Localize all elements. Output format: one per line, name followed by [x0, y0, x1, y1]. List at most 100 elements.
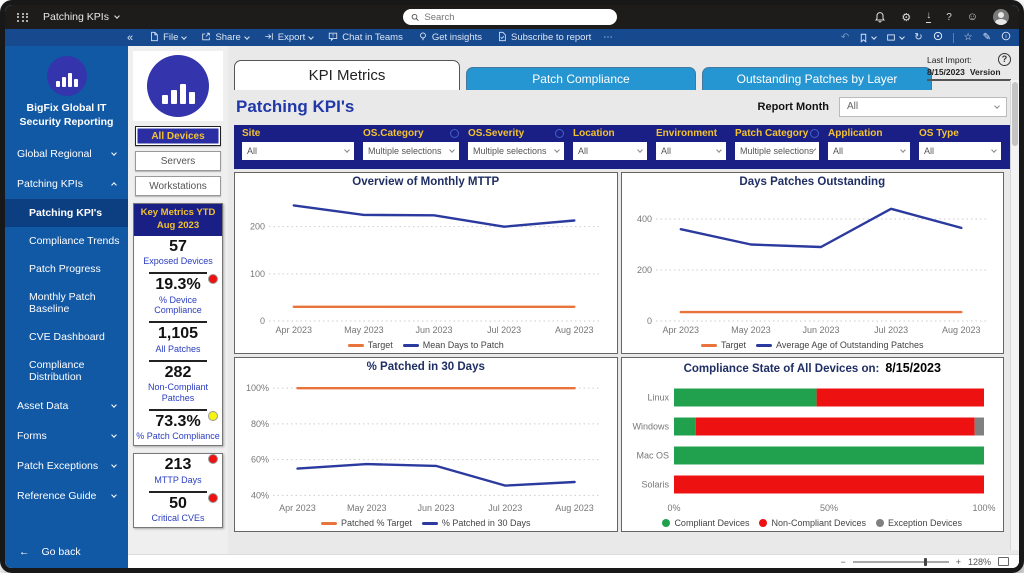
- sidebar-item-compliance-distribution[interactable]: Compliance Distribution: [5, 351, 128, 391]
- clear-selections-icon[interactable]: [810, 129, 819, 138]
- scrollbar-thumb[interactable]: [1012, 82, 1018, 146]
- chart-plot-area: 40%60%80%100%Apr 2023May 2023Jun 2023Jul…: [239, 373, 613, 516]
- favorite-star-icon[interactable]: ☆: [964, 32, 973, 43]
- version-label: Version: [970, 67, 1001, 77]
- fit-to-page-icon[interactable]: [998, 557, 1009, 566]
- report-month-dropdown[interactable]: All: [839, 97, 1007, 117]
- sidebar-group-patch-exceptions[interactable]: Patch Exceptions: [5, 451, 128, 481]
- slicer-dropdown[interactable]: All: [656, 142, 726, 160]
- vertical-scrollbar[interactable]: [1010, 80, 1019, 550]
- legend-item[interactable]: Compliant Devices: [662, 518, 749, 528]
- kpi-label: Critical CVEs: [136, 513, 220, 524]
- notifications-bell-icon[interactable]: [874, 11, 886, 23]
- legend-item[interactable]: Exception Devices: [876, 518, 962, 528]
- chart-card-2[interactable]: Days Patches Outstanding0200400Apr 2023M…: [621, 172, 1005, 354]
- chart-card-4[interactable]: Compliance State of All Devices on:8/15/…: [621, 357, 1005, 532]
- sidebar-group-asset-data[interactable]: Asset Data: [5, 391, 128, 421]
- legend-label: Average Age of Outstanding Patches: [776, 340, 923, 350]
- collapse-pane-icon[interactable]: «: [127, 32, 133, 44]
- reset-icon[interactable]: ↶: [841, 32, 849, 43]
- focus-mode-icon[interactable]: [933, 31, 943, 44]
- menu-item-get-insights[interactable]: Get insights: [418, 31, 482, 45]
- legend-item[interactable]: Target: [701, 340, 746, 350]
- search-input[interactable]: [424, 12, 609, 23]
- chart-plot-area: 0100200Apr 2023May 2023Jun 2023Jul 2023A…: [239, 188, 613, 338]
- clear-selections-icon[interactable]: [450, 129, 459, 138]
- sidebar-group-reference-guide[interactable]: Reference Guide: [5, 481, 128, 511]
- svg-text:400: 400: [636, 214, 651, 224]
- workspace-switcher[interactable]: Patching KPIs: [43, 11, 119, 23]
- info-icon[interactable]: i: [1001, 31, 1011, 44]
- report-canvas: KPI Metrics Patch Compliance Outstanding P…: [228, 46, 1019, 554]
- edit-pencil-icon[interactable]: ✎: [983, 32, 991, 43]
- slicer-label: OS.Severity: [468, 128, 524, 139]
- svg-text:0%: 0%: [667, 503, 680, 513]
- view-icon[interactable]: [886, 33, 904, 42]
- legend-item[interactable]: Non-Compliant Devices: [759, 518, 866, 528]
- slicer-dropdown[interactable]: Multiple selections: [468, 142, 564, 160]
- legend-item[interactable]: % Patched in 30 Days: [422, 518, 531, 528]
- kpi-card-2: 213MTTP Days50Critical CVEs: [133, 453, 223, 528]
- legend-swatch: [422, 522, 438, 525]
- download-icon[interactable]: ↓: [926, 11, 931, 23]
- slicer-environment: EnvironmentAll: [656, 128, 726, 163]
- tab-outstanding-patches-by-layer[interactable]: Outstanding Patches by Layer: [702, 67, 932, 90]
- refresh-icon[interactable]: ↻: [914, 32, 922, 43]
- slicer-dropdown[interactable]: All: [573, 142, 647, 160]
- menu-item-chat-in-teams[interactable]: TChat in Teams: [328, 31, 403, 45]
- go-back-button[interactable]: ← Go back: [19, 546, 81, 558]
- last-import-info: Last Import: ? 8/15/2023 Version: [927, 53, 1011, 81]
- account-avatar[interactable]: [993, 9, 1009, 25]
- sidebar-item-cve-dashboard[interactable]: CVE Dashboard: [5, 323, 128, 351]
- chevron-down-icon: [344, 147, 350, 153]
- help-icon[interactable]: ?: [946, 12, 952, 23]
- chevron-down-icon: [244, 34, 250, 40]
- device-filter-button-workstations[interactable]: Workstations: [135, 176, 221, 196]
- chart-legend: Target Mean Days to Patch: [239, 338, 613, 352]
- slicer-dropdown[interactable]: Multiple selections: [735, 142, 819, 160]
- chart-title: Overview of Monthly MTTP: [239, 176, 613, 188]
- zoom-in-button[interactable]: +: [956, 557, 961, 567]
- slicer-dropdown[interactable]: All: [828, 142, 910, 160]
- settings-gear-icon[interactable]: ⚙: [901, 11, 911, 24]
- chart-card-3[interactable]: % Patched in 30 Days 40%60%80%100%Apr 202…: [234, 357, 618, 532]
- zoom-slider-thumb[interactable]: [924, 558, 927, 566]
- sidebar-item-compliance-trends[interactable]: Compliance Trends: [5, 227, 128, 255]
- help-question-icon[interactable]: ?: [998, 53, 1011, 66]
- global-search-box[interactable]: [403, 9, 617, 25]
- zoom-slider[interactable]: [853, 561, 949, 563]
- slicer-dropdown[interactable]: Multiple selections: [363, 142, 459, 160]
- slicer-dropdown[interactable]: All: [242, 142, 354, 160]
- menu-item-export[interactable]: Export: [264, 31, 313, 45]
- device-filter-button-servers[interactable]: Servers: [135, 151, 221, 171]
- sidebar-group-forms[interactable]: Forms: [5, 421, 128, 451]
- sidebar-group-patching-kpis[interactable]: Patching KPIs: [5, 169, 128, 199]
- zoom-out-button[interactable]: −: [840, 557, 845, 567]
- insights-icon: [418, 31, 428, 45]
- feedback-smiley-icon[interactable]: ☺: [967, 11, 978, 23]
- tab-patch-compliance[interactable]: Patch Compliance: [466, 67, 696, 90]
- sidebar-item-monthly-patch-baseline[interactable]: Monthly Patch Baseline: [5, 283, 128, 323]
- legend-item[interactable]: Average Age of Outstanding Patches: [756, 340, 923, 350]
- app-launcher-waffle-icon[interactable]: [17, 13, 29, 22]
- svg-text:Jul 2023: Jul 2023: [488, 503, 522, 513]
- tab-kpi-metrics[interactable]: KPI Metrics: [234, 60, 460, 90]
- device-filter-button-all-devices[interactable]: All Devices: [135, 126, 221, 146]
- chart-card-1[interactable]: Overview of Monthly MTTP0100200Apr 2023M…: [234, 172, 618, 354]
- slicer-label: OS.Category: [363, 128, 424, 139]
- more-options-icon[interactable]: ⋯: [603, 32, 613, 43]
- sidebar-item-patch-progress[interactable]: Patch Progress: [5, 255, 128, 283]
- bookmarks-icon[interactable]: [859, 33, 876, 43]
- menu-item-share[interactable]: Share: [201, 31, 248, 45]
- slicer-dropdown[interactable]: All: [919, 142, 1001, 160]
- sidebar-item-patching-kpi-s[interactable]: Patching KPI's: [5, 199, 128, 227]
- report-logo-icon: [147, 55, 209, 117]
- menu-item-subscribe-to-report[interactable]: Subscribe to report: [497, 31, 591, 45]
- legend-item[interactable]: Target: [348, 340, 393, 350]
- sidebar-group-global-regional[interactable]: Global Regional: [5, 139, 128, 169]
- legend-item[interactable]: Patched % Target: [321, 518, 412, 528]
- legend-item[interactable]: Mean Days to Patch: [403, 340, 504, 350]
- clear-selections-icon[interactable]: [555, 129, 564, 138]
- slicer-value: All: [924, 146, 934, 156]
- menu-item-file[interactable]: File: [149, 31, 186, 45]
